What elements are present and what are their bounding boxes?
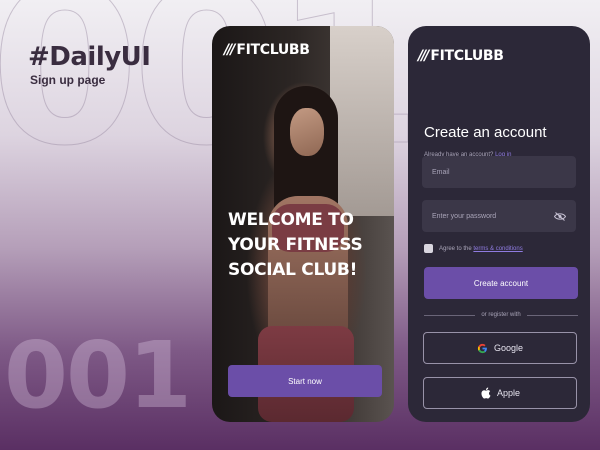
- agree-label: Agree to the: [439, 245, 472, 252]
- brand-name: FITCLUBB: [430, 48, 504, 64]
- signup-title: Create an account: [424, 124, 547, 141]
- page-subtitle: Sign up page: [30, 73, 106, 87]
- terms-link[interactable]: terms & conditions: [473, 246, 522, 252]
- divider-text: or register with: [481, 312, 521, 318]
- background-window-light: [330, 26, 394, 216]
- welcome-screen: /// FITCLUBB WELCOME TO YOUR FITNESS SOC…: [212, 26, 394, 422]
- background-big-number: 001: [4, 322, 192, 429]
- terms-checkbox[interactable]: [424, 244, 433, 253]
- password-placeholder: Enter your password: [432, 212, 497, 220]
- google-label: Google: [493, 343, 524, 353]
- google-register-button[interactable]: Google: [423, 332, 577, 364]
- divider-line-left: [424, 314, 476, 316]
- google-icon: [477, 343, 487, 353]
- photo-face: [290, 108, 324, 156]
- apple-register-button[interactable]: Apple: [423, 377, 577, 409]
- brand-name: FITCLUBB: [236, 42, 310, 58]
- brand-logo: /// FITCLUBB: [224, 42, 310, 58]
- fitclubb-logo-icon: ///: [224, 42, 235, 58]
- create-account-button[interactable]: Create account: [424, 267, 578, 299]
- apple-label: Apple: [496, 388, 521, 398]
- brand-logo: /// FITCLUBB: [418, 48, 504, 64]
- fitclubb-logo-icon: ///: [418, 48, 429, 64]
- start-now-button[interactable]: Start now: [228, 365, 382, 397]
- email-placeholder: Email: [432, 168, 450, 176]
- welcome-headline: WELCOME TO YOUR FITNESS SOCIAL CLUB!: [228, 210, 363, 280]
- signup-screen: /// FITCLUBB Create an account Already h…: [408, 26, 590, 422]
- terms-agreement: Agree to the terms & conditions: [424, 244, 523, 253]
- terms-text: Agree to the terms & conditions: [439, 246, 523, 252]
- page-title: #DailyUI: [28, 42, 151, 72]
- password-field[interactable]: Enter your password: [422, 200, 576, 232]
- apple-icon: [481, 387, 491, 399]
- eye-off-icon[interactable]: [554, 211, 566, 221]
- email-field[interactable]: Email: [422, 156, 576, 188]
- register-divider: or register with: [424, 312, 579, 318]
- divider-line-right: [526, 314, 579, 316]
